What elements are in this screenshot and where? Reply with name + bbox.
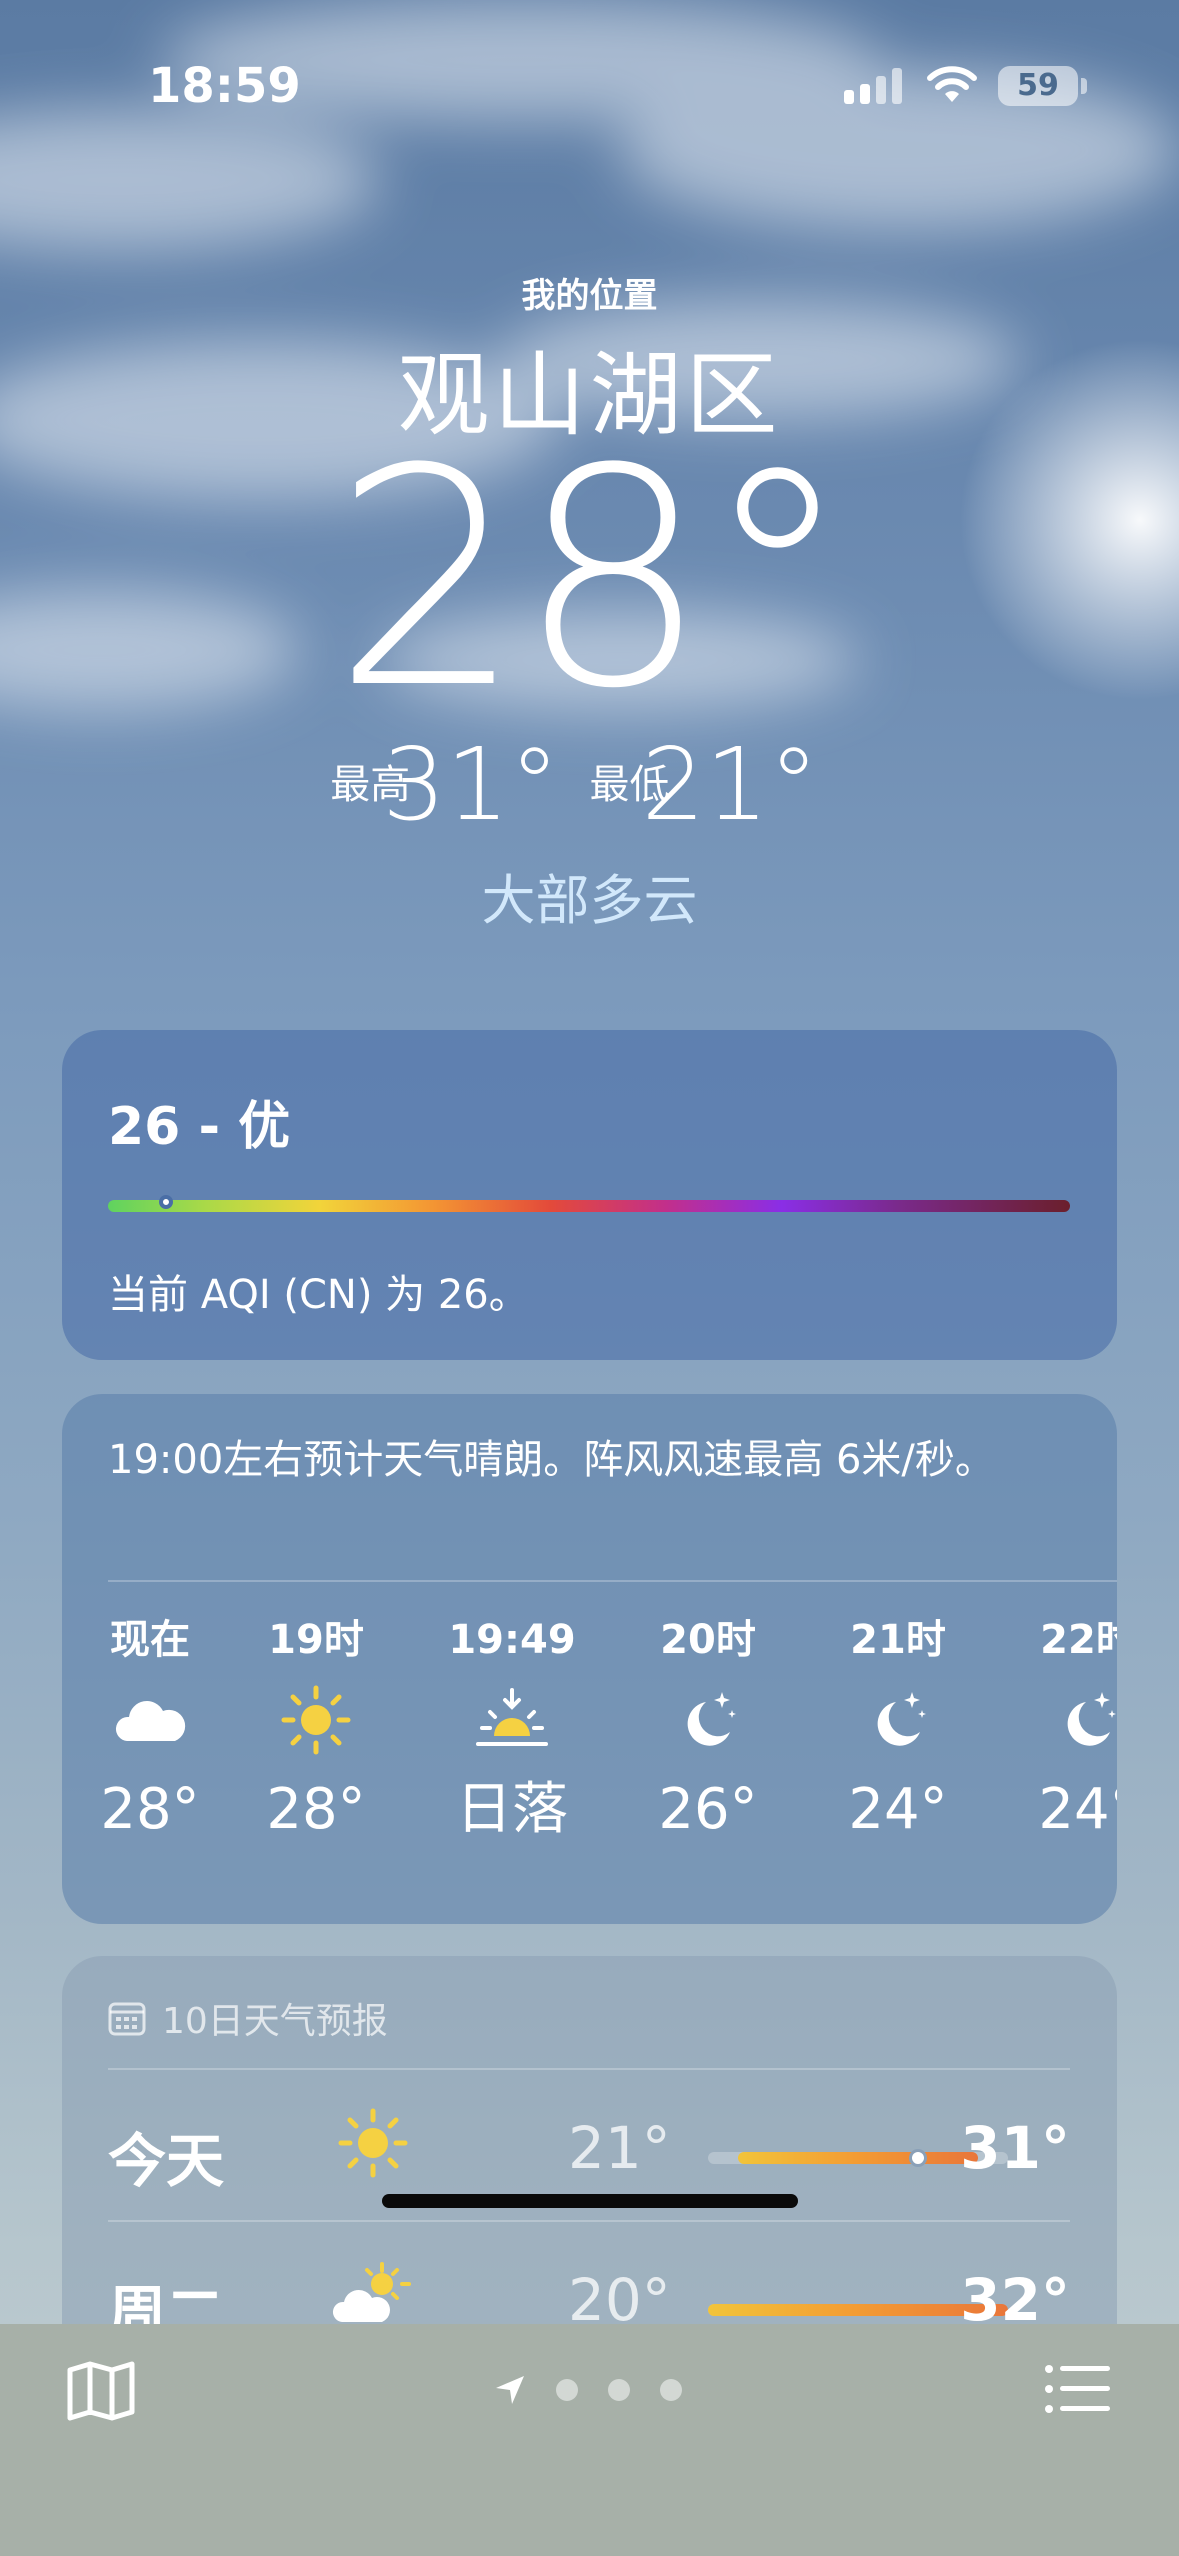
forecast-header: 10日天气预报 (108, 1992, 388, 2044)
battery-indicator: 59 (998, 66, 1078, 106)
hourly-time: 19时 (268, 1617, 364, 1663)
low-temp: 21° (641, 726, 819, 843)
air-quality-card[interactable]: 26 - 优 当前 AQI (CN) 为 26。 (62, 1030, 1117, 1360)
divider (108, 1580, 1117, 1582)
moon-stars-icon (808, 1670, 988, 1770)
low-label: 最低 (589, 761, 670, 808)
temperature-range-fill (738, 2152, 978, 2164)
hourly-time: 19:49 (448, 1617, 576, 1663)
moon-stars-icon (618, 1670, 798, 1770)
hourly-scroll[interactable]: 现在 28° 19时 28° 19:49 日落 20时 26° 21时 24° … (62, 1610, 1117, 1910)
hourly-temp: 24° (848, 1777, 948, 1842)
hourly-time: 22时 (1040, 1617, 1117, 1663)
sun-icon (226, 1670, 406, 1770)
status-bar: 18:59 59 (0, 56, 1179, 116)
aqi-title: 26 - 优 (108, 1097, 291, 1157)
hourly-forecast-card[interactable]: 19:00左右预计天气晴朗。阵风风速最高 6米/秒。 现在 28° 19时 28… (62, 1394, 1117, 1924)
hourly-item: 现在 28° (62, 1610, 240, 1850)
hourly-temp: 日落 (456, 1777, 568, 1842)
high-temp: 31° (382, 726, 560, 843)
current-temperature: 28° (332, 405, 853, 754)
forecast-title: 10日天气预报 (162, 2001, 388, 2042)
calendar-icon (108, 2002, 146, 2036)
hourly-temp: 28° (100, 1777, 200, 1842)
partly-cloudy-icon (332, 2262, 411, 2322)
location-arrow-icon (496, 2376, 524, 2404)
hourly-item: 21时 24° (808, 1610, 988, 1850)
hourly-item: 20时 26° (618, 1610, 798, 1850)
hourly-item: 19时 28° (226, 1610, 406, 1850)
high-label: 最高 (330, 761, 411, 808)
home-indicator (382, 2194, 798, 2208)
current-temp-marker (909, 2149, 927, 2167)
map-icon[interactable] (66, 2360, 136, 2422)
sunset-icon (422, 1670, 602, 1770)
aqi-description: 当前 AQI (CN) 为 26。 (108, 1272, 529, 1318)
hourly-temp: 26° (658, 1777, 758, 1842)
bottom-toolbar (0, 2324, 1179, 2556)
status-time: 18:59 (148, 58, 301, 114)
forecast-high: 31° (960, 2114, 1070, 2182)
battery-cap (1081, 78, 1087, 94)
cellular-signal-icon (844, 68, 902, 104)
hourly-item: 19:49 日落 (422, 1610, 602, 1850)
my-location-label: 我的位置 (521, 276, 658, 316)
high-low-temps: 最高31° 最低21° (0, 726, 1179, 843)
page-dot (660, 2379, 682, 2401)
hourly-summary: 19:00左右预计天气晴朗。阵风风速最高 6米/秒。 (108, 1437, 995, 1483)
page-dot (556, 2379, 578, 2401)
weather-condition: 大部多云 (481, 869, 698, 932)
cloud-icon (62, 1670, 240, 1770)
list-icon[interactable] (1044, 2364, 1110, 2414)
hourly-temp: 28° (266, 1777, 366, 1842)
moon-stars-icon (998, 1670, 1117, 1770)
hourly-time: 20时 (660, 1617, 756, 1663)
aqi-indicator (158, 1195, 173, 1209)
forecast-low: 21° (568, 2114, 671, 2182)
sun-icon (338, 2108, 408, 2178)
hourly-time: 现在 (110, 1617, 190, 1663)
wifi-icon (927, 66, 977, 102)
hourly-time: 21时 (850, 1617, 946, 1663)
page-dot (608, 2379, 630, 2401)
hourly-temp: 24° (1038, 1777, 1117, 1842)
page-indicator[interactable] (494, 2374, 682, 2406)
hourly-item: 22时 24° (998, 1610, 1117, 1850)
aqi-scale-bar (108, 1195, 1070, 1212)
forecast-day: 今天 (108, 2127, 225, 2195)
